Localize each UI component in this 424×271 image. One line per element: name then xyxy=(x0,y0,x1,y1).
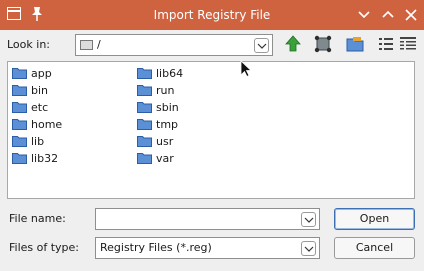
maximize-icon[interactable] xyxy=(379,6,397,24)
title-bar[interactable]: Import Registry File xyxy=(0,0,424,30)
folder-icon xyxy=(137,136,152,147)
cancel-button[interactable]: Cancel xyxy=(334,237,415,259)
file-type-value: Registry Files (*.reg) xyxy=(100,241,212,254)
folder-icon xyxy=(12,153,27,164)
folder-icon xyxy=(12,102,27,113)
new-folder-icon[interactable] xyxy=(345,34,365,54)
folder-icon xyxy=(12,85,27,96)
look-in-path: / xyxy=(97,38,101,51)
look-in-combobox[interactable]: / xyxy=(75,34,273,56)
file-type-combobox[interactable]: Registry Files (*.reg) xyxy=(95,237,320,259)
folder-icon xyxy=(12,119,27,130)
file-type-label: Files of type: xyxy=(9,241,80,254)
look-in-label: Look in: xyxy=(7,38,50,51)
file-list[interactable]: app bin etc home lib lib32 lib64 run sbi… xyxy=(7,61,415,199)
minimize-icon[interactable] xyxy=(355,6,373,24)
folder-icon xyxy=(12,136,27,147)
list-view-icon[interactable] xyxy=(376,34,396,54)
folder-icon xyxy=(137,85,152,96)
file-name-label: File name: xyxy=(9,212,66,225)
drive-icon xyxy=(80,40,93,50)
detail-view-icon[interactable] xyxy=(398,34,418,54)
network-icon[interactable] xyxy=(313,34,333,54)
close-icon[interactable] xyxy=(402,6,420,24)
mouse-cursor-icon xyxy=(240,60,253,81)
folder-icon xyxy=(137,102,152,113)
chevron-down-icon[interactable] xyxy=(301,241,316,256)
folder-icon xyxy=(12,68,27,79)
folder-icon xyxy=(137,153,152,164)
open-button[interactable]: Open xyxy=(334,208,415,230)
chevron-down-icon[interactable] xyxy=(254,38,269,53)
folder-icon xyxy=(137,68,152,79)
folder-icon xyxy=(137,119,152,130)
back-arrow-icon[interactable] xyxy=(283,34,303,54)
chevron-down-icon[interactable] xyxy=(301,212,316,227)
file-name-combobox[interactable] xyxy=(95,208,320,230)
